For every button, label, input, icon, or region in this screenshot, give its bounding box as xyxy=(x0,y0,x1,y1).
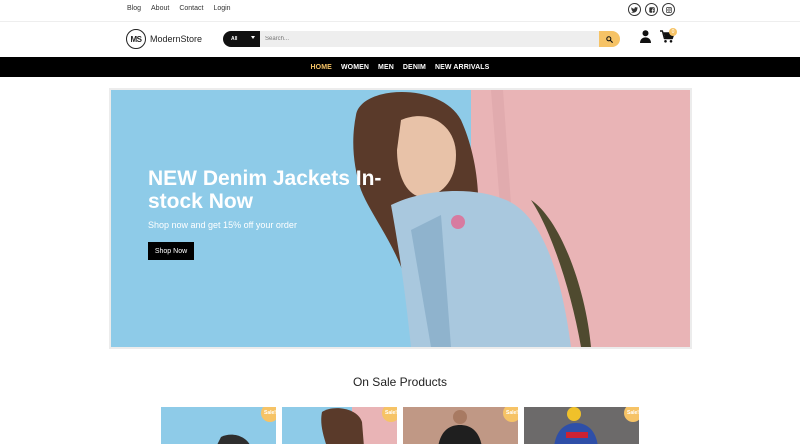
header: MS ModernStore All xyxy=(0,21,800,57)
social-links xyxy=(628,3,675,16)
sale-badge: Sale! xyxy=(503,407,518,422)
hero-banner: NEW Denim Jackets In-stock Now Shop now … xyxy=(109,88,692,349)
instagram-icon[interactable] xyxy=(662,3,675,16)
logo[interactable]: MS ModernStore xyxy=(126,29,202,49)
top-link-about[interactable]: About xyxy=(151,5,169,12)
nav-item-new-arrivals[interactable]: NEW ARRIVALS xyxy=(435,64,489,71)
account-icon[interactable] xyxy=(640,30,651,43)
search-button[interactable] xyxy=(599,31,620,47)
product-image xyxy=(282,407,397,444)
search-bar: All xyxy=(223,31,620,47)
nav-item-home[interactable]: HOME xyxy=(311,64,332,71)
nav-item-denim[interactable]: DENIM xyxy=(403,64,426,71)
product-image xyxy=(524,407,639,444)
product-image xyxy=(403,407,518,444)
sale-badge: Sale! xyxy=(261,407,276,422)
search-icon xyxy=(606,35,613,43)
category-label: All xyxy=(231,36,238,42)
hero-image xyxy=(111,90,690,347)
top-bar: Blog About Contact Login xyxy=(0,0,800,21)
product-card[interactable]: Sale! xyxy=(282,407,397,444)
top-link-contact[interactable]: Contact xyxy=(179,5,203,12)
product-card[interactable]: Sale! xyxy=(403,407,518,444)
logo-mark: MS xyxy=(126,29,146,49)
shop-now-button[interactable]: Shop Now xyxy=(148,242,194,260)
top-link-login[interactable]: Login xyxy=(213,5,230,12)
sale-badge: Sale! xyxy=(624,407,639,422)
section-title: On Sale Products xyxy=(352,375,448,389)
top-link-blog[interactable]: Blog xyxy=(127,5,141,12)
category-select[interactable]: All xyxy=(223,31,260,47)
nav-item-men[interactable]: MEN xyxy=(378,64,394,71)
main-nav: HOME WOMEN MEN DENIM NEW ARRIVALS xyxy=(0,57,800,77)
hero-title: NEW Denim Jackets In-stock Now xyxy=(148,167,382,213)
nav-item-women[interactable]: WOMEN xyxy=(341,64,369,71)
sale-badge: Sale! xyxy=(382,407,397,422)
product-image xyxy=(161,407,276,444)
product-card[interactable]: Sale! xyxy=(161,407,276,444)
search-input[interactable] xyxy=(260,31,599,47)
hero-subtitle: Shop now and get 15% off your order xyxy=(148,220,297,230)
chevron-down-icon xyxy=(251,36,255,39)
product-grid: Sale! Sale! Sale! Sale! xyxy=(161,407,639,444)
logo-name: ModernStore xyxy=(150,34,203,44)
cart-count-badge: 0 xyxy=(669,28,677,36)
facebook-icon[interactable] xyxy=(645,3,658,16)
product-card[interactable]: Sale! xyxy=(524,407,639,444)
twitter-icon[interactable] xyxy=(628,3,641,16)
top-links: Blog About Contact Login xyxy=(127,5,231,12)
